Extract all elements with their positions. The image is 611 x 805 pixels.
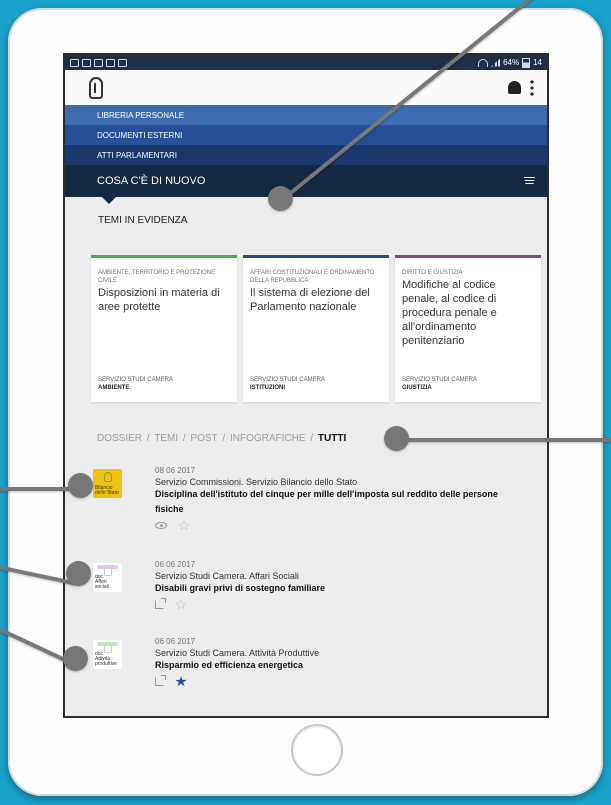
signal-icon [491, 58, 501, 67]
callout-dot [384, 426, 409, 451]
notification-icon [118, 58, 127, 67]
app-bar-actions [508, 78, 534, 97]
active-section-title: COSA C'È DI NUOVO [97, 175, 206, 187]
feed-date: 06 06 2017 [155, 637, 196, 646]
card-category: AFFARI COSTITUZIONALI E ORDINAMENTO DELL… [250, 270, 375, 284]
card-title: Disposizioni in materia di aree protette [98, 287, 220, 313]
feed-item-attivita-produttive[interactable]: doc. Attività produttive 06 06 2017 Serv… [93, 637, 523, 697]
card-subject: GIUSTIZIA [402, 385, 432, 391]
feed-item-affari-sociali[interactable]: doc. Affari sociali 06 06 2017 Servizio … [93, 560, 523, 620]
filter-separator: / [310, 433, 314, 444]
callout-dot [268, 186, 293, 211]
user-icon[interactable] [508, 81, 521, 94]
card-service: SERVIZIO STUDI CAMERA ISTITUZIONI [250, 376, 325, 392]
camera-emblem-icon[interactable] [89, 76, 103, 99]
card-title: Il sistema di elezione del Parlamento na… [250, 287, 370, 313]
callout-dot [68, 473, 93, 498]
filter-tutti[interactable]: TUTTI [318, 433, 346, 444]
thumbnail-label: Affari sociali [95, 579, 109, 590]
feed-date: 06 06 2017 [155, 560, 196, 569]
feed-item-bilancio[interactable]: Bilancio dello Stato 08 06 2017 Servizio… [93, 466, 523, 546]
feed-actions [155, 675, 510, 687]
app-screen: 64% 14 LIBRERIA PERSONALE DOCUMENTI ESTE… [63, 53, 549, 718]
clock: 14 [533, 58, 542, 67]
open-external-icon[interactable] [155, 598, 166, 609]
more-options-icon[interactable] [530, 78, 534, 97]
card-service: SERVIZIO STUDI CAMERA GIUSTIZIA [402, 376, 477, 392]
wifi-icon [478, 58, 489, 67]
card-service-label: SERVIZIO STUDI CAMERA [98, 377, 173, 383]
card-category: DIRITTO E GIUSTIZIA [402, 270, 463, 276]
thumbnail-label: Attività produttive [95, 656, 117, 667]
battery-percentage: 64% [503, 58, 520, 67]
card-subject: ISTITUZIONI [250, 385, 285, 391]
thumbnail-label: Bilancio dello Stato [95, 485, 119, 496]
chamber-emblem-icon [104, 643, 112, 653]
open-external-icon[interactable] [155, 675, 166, 686]
feed-content: 08 06 2017 Servizio Commissioni. Servizi… [155, 466, 510, 531]
card-subject: AMBIENTE [98, 385, 130, 391]
notification-icon [106, 58, 115, 67]
notification-icon [94, 58, 103, 67]
menu-item-libreria[interactable]: LIBRERIA PERSONALE [65, 105, 547, 125]
notification-icons [70, 58, 127, 67]
feed-source: Servizio Studi Camera. Affari Sociali [155, 571, 299, 581]
menu-item-label: LIBRERIA PERSONALE [97, 110, 185, 120]
menu-item-label: ATTI PARLAMENTARI [97, 150, 178, 160]
view-icon[interactable] [155, 522, 167, 529]
feed-actions [155, 520, 510, 531]
callout-dot [66, 561, 91, 586]
feed-headline[interactable]: Risparmio ed efficienza energetica [155, 658, 510, 673]
filter-separator: / [222, 433, 226, 444]
star-icon[interactable] [175, 676, 187, 687]
star-icon[interactable] [178, 520, 190, 531]
menu-item-label: DOCUMENTI ESTERNI [97, 130, 183, 140]
featured-card-ambiente[interactable]: AMBIENTE, TERRITORIO E PROTEZIONE CIVILE… [91, 255, 237, 402]
card-category: AMBIENTE, TERRITORIO E PROTEZIONE CIVILE [98, 270, 216, 284]
card-title: Modifiche al codice penale, al codice di… [402, 279, 497, 347]
star-icon[interactable] [175, 599, 187, 610]
feed-content: 06 06 2017 Servizio Studi Camera. Affari… [155, 560, 510, 610]
notification-icon [82, 58, 91, 67]
feed-headline[interactable]: Disabili gravi privi di sostegno familia… [155, 581, 510, 596]
card-service-label: SERVIZIO STUDI CAMERA [402, 377, 477, 383]
callout-line [398, 438, 611, 442]
card-service: SERVIZIO STUDI CAMERA AMBIENTE [98, 376, 173, 392]
callout-dot [63, 646, 88, 671]
app-bar [65, 70, 547, 105]
menu-item-documenti[interactable]: DOCUMENTI ESTERNI [65, 125, 547, 145]
content-filter-bar: DOSSIER / TEMI / POST / INFOGRAFICHE / T… [97, 433, 348, 444]
feed-thumbnail: doc. Affari sociali [93, 563, 122, 592]
filter-dossier[interactable]: DOSSIER [97, 433, 142, 444]
chamber-emblem-icon [104, 472, 112, 482]
featured-card-giustizia[interactable]: DIRITTO E GIUSTIZIA Modifiche al codice … [395, 255, 541, 402]
feed-date: 08 06 2017 [155, 466, 196, 475]
notification-icon [70, 58, 79, 67]
filter-infografiche[interactable]: INFOGRAFICHE [230, 433, 306, 444]
filter-separator: / [146, 433, 150, 444]
feed-thumbnail: doc. Attività produttive [93, 640, 122, 669]
card-service-label: SERVIZIO STUDI CAMERA [250, 377, 325, 383]
feed-source: Servizio Commissioni. Servizio Bilancio … [155, 477, 358, 487]
status-bar: 64% 14 [65, 55, 547, 70]
chamber-emblem-icon [104, 566, 112, 576]
status-indicators: 64% 14 [478, 57, 542, 68]
filter-temi[interactable]: TEMI [154, 433, 178, 444]
feed-thumbnail: Bilancio dello Stato [93, 469, 122, 498]
battery-icon [522, 57, 531, 68]
feed-actions [155, 598, 510, 610]
filter-icon[interactable] [524, 177, 535, 185]
featured-cards: AMBIENTE, TERRITORIO E PROTEZIONE CIVILE… [91, 255, 541, 402]
feed-source: Servizio Studi Camera. Attività Produtti… [155, 648, 320, 658]
home-button[interactable] [291, 724, 343, 776]
filter-separator: / [182, 433, 186, 444]
featured-card-istituzioni[interactable]: AFFARI COSTITUZIONALI E ORDINAMENTO DELL… [243, 255, 389, 402]
menu-item-atti[interactable]: ATTI PARLAMENTARI [65, 145, 547, 165]
featured-section-title: TEMI IN EVIDENZA [98, 215, 188, 226]
feed-content: 06 06 2017 Servizio Studi Camera. Attivi… [155, 637, 510, 687]
filter-post[interactable]: POST [190, 433, 217, 444]
feed-headline[interactable]: Disciplina dell'istituto del cinque per … [155, 487, 510, 517]
